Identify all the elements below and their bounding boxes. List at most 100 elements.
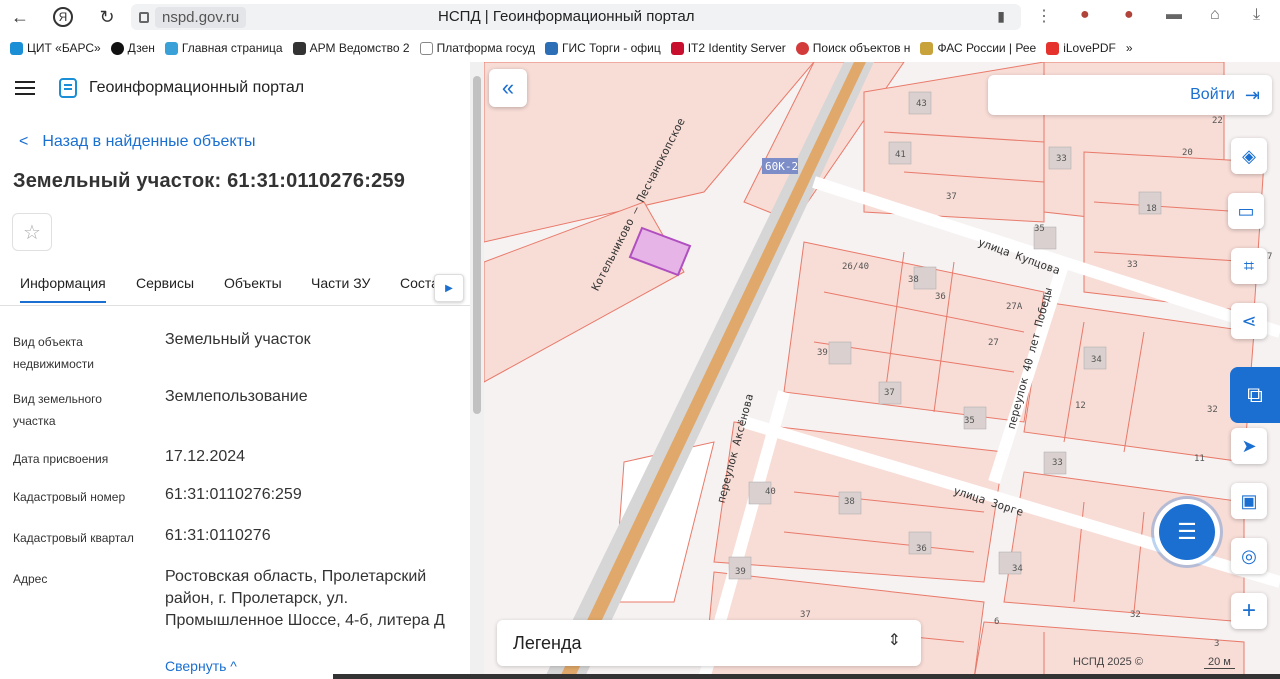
extension-icon[interactable]: ● <box>1080 6 1090 24</box>
address-bar[interactable]: nspd.gov.ru НСПД | Геоинформационный пор… <box>131 4 1021 30</box>
parcel-number: 33 <box>1052 458 1063 468</box>
legend-panel[interactable]: Легенда ⇕ <box>497 620 921 666</box>
back-arrow-icon[interactable]: ← <box>5 2 35 32</box>
bookmark-favicon <box>670 41 684 55</box>
field-value: 61:31:0110276 <box>165 527 271 544</box>
tab-parts[interactable]: Части ЗУ <box>311 275 370 291</box>
tab-information[interactable]: Информация <box>20 275 106 303</box>
bookmark-item[interactable]: ГИС Торги - офиц <box>544 41 661 55</box>
parcel-number: 12 <box>1075 401 1086 411</box>
parcel-number: 11 <box>1194 454 1205 464</box>
bookmark-favicon <box>292 41 306 55</box>
parcel-number: 34 <box>1091 355 1102 365</box>
object-panel: Геоинформационный портал < Назад в найден… <box>0 62 470 679</box>
map-copyright: НСПД 2025 © <box>1073 656 1143 668</box>
download-icon[interactable]: ⤓ <box>1253 6 1260 24</box>
layers-icon[interactable]: ◈ <box>1231 138 1267 174</box>
bookmark-item[interactable]: ФАС России | Рее <box>920 41 1036 55</box>
parcel-number: 32 <box>1130 610 1141 620</box>
bookmark-favicon <box>544 41 558 55</box>
login-button[interactable]: Войти ⇥ <box>988 75 1272 115</box>
collapse-panel-button[interactable]: « <box>489 69 527 107</box>
tab-services[interactable]: Сервисы <box>136 275 194 291</box>
ruler-icon[interactable]: ▭ <box>1228 193 1264 229</box>
tabs-next-button[interactable]: ▶ <box>434 274 464 302</box>
panel-header: Геоинформационный портал <box>15 78 304 98</box>
login-arrow-icon: ⇥ <box>1244 84 1260 105</box>
bookmark-item[interactable]: Главная страница <box>164 41 283 55</box>
picture-in-picture-icon[interactable]: ▣ <box>1231 483 1267 519</box>
zoom-in-icon[interactable]: + <box>1231 593 1267 629</box>
extension-icon[interactable]: ● <box>1124 6 1134 24</box>
extension-icon[interactable]: ⌂ <box>1210 6 1220 24</box>
field-key: Вид земельного участка <box>13 392 102 428</box>
expand-collapse-icon[interactable]: ⇕ <box>888 630 901 650</box>
parcel-number: 22 <box>1212 116 1223 126</box>
back-link-label: Назад в найденные объекты <box>42 133 256 150</box>
parcel-number: 43 <box>916 99 927 109</box>
parcel-numbers: 43 41 33 37 35 18 20 33 26/40 38 36 27А … <box>484 62 1280 679</box>
address-host: nspd.gov.ru <box>155 6 247 28</box>
chevron-up-icon: ^ <box>230 658 237 674</box>
field-value: Земельный участок <box>165 331 311 348</box>
yandex-icon[interactable]: Я <box>53 7 73 27</box>
field-key: Дата присвоения <box>13 452 109 466</box>
share-icon[interactable]: ⋖ <box>1231 303 1267 339</box>
field-key: Кадастровый квартал <box>13 531 134 545</box>
bookmark-item[interactable]: IT2 Identity Server <box>670 41 786 55</box>
parcel-number: 38 <box>908 275 919 285</box>
tab-objects[interactable]: Объекты <box>224 275 282 291</box>
field-value: 61:31:0110276:259 <box>165 486 302 503</box>
legend-label: Легенда <box>513 632 582 653</box>
tab-bar: Информация Сервисы Объекты Части ЗУ Сост… <box>0 266 470 306</box>
parcel-number: 37 <box>946 192 957 202</box>
bookmark-item[interactable]: Дзен <box>110 41 155 55</box>
bookmark-favicon <box>920 41 934 55</box>
menu-icon[interactable] <box>15 81 35 95</box>
area-search-icon[interactable]: ⌗ <box>1231 248 1267 284</box>
bookmarks-bar: ЦИТ «БАРС» Дзен Главная страница АРМ Вед… <box>0 37 1280 59</box>
bookmark-icon[interactable]: ▮ <box>997 8 1005 25</box>
cadastral-tool-icon[interactable]: ⧉ <box>1230 367 1280 423</box>
parcel-number: 36 <box>935 292 946 302</box>
more-bookmarks-icon[interactable]: » <box>1126 41 1133 55</box>
parcel-number: 39 <box>735 567 746 577</box>
parcel-number: 33 <box>1056 154 1067 164</box>
parcel-number: 41 <box>895 150 906 160</box>
bookmark-favicon <box>419 41 433 55</box>
back-to-results-link[interactable]: < Назад в найденные объекты <box>19 133 255 151</box>
lock-icon <box>139 11 149 23</box>
bookmark-favicon <box>10 41 23 55</box>
extension-icon[interactable]: ▬ <box>1166 6 1182 24</box>
location-pin-icon[interactable]: ◎ <box>1231 538 1267 574</box>
field-value: Ростовская область, Пролетарский район, … <box>165 568 445 629</box>
parcel-number: 34 <box>1012 564 1023 574</box>
scrollbar-thumb[interactable] <box>473 76 481 414</box>
field-key: Кадастровый номер <box>13 490 126 504</box>
reload-icon[interactable]: ↻ <box>92 2 122 32</box>
portal-logo-icon <box>59 78 77 98</box>
parcel-number: 6 <box>994 617 1000 627</box>
parcel-number: 38 <box>844 497 855 507</box>
collapse-link[interactable]: Свернуть ^ <box>165 658 237 674</box>
parcel-number: 32 <box>1207 405 1218 415</box>
parcel-number: 3 <box>1214 639 1220 649</box>
bookmark-item[interactable]: iLovePDF <box>1046 41 1116 55</box>
parcel-number: 33 <box>1127 260 1138 270</box>
chat-icon[interactable]: ☰ <box>1159 504 1215 560</box>
parcel-number: 26/40 <box>842 262 870 272</box>
bookmark-item[interactable]: ЦИТ «БАРС» <box>10 41 101 55</box>
panel-scrollbar[interactable] <box>470 62 484 679</box>
bookmark-item[interactable]: Платформа госуд <box>419 41 535 55</box>
cadastral-map[interactable]: 60К-2 Котельниково — Песчанокопское улиц… <box>484 62 1280 679</box>
parcel-number: 27А <box>1006 302 1023 312</box>
parcel-number: 37 <box>884 388 895 398</box>
bookmark-item[interactable]: АРМ Ведомство 2 <box>292 41 410 55</box>
favorite-star-icon[interactable]: ☆ <box>12 213 52 251</box>
bookmark-item[interactable]: Поиск объектов н <box>795 41 910 55</box>
parcel-number: 7 <box>1267 252 1273 262</box>
menu-dots-icon[interactable]: ⋮ <box>1036 6 1052 26</box>
geolocation-icon[interactable]: ➤ <box>1231 428 1267 464</box>
bookmark-favicon <box>795 41 809 55</box>
parcel-number: 18 <box>1146 204 1157 214</box>
